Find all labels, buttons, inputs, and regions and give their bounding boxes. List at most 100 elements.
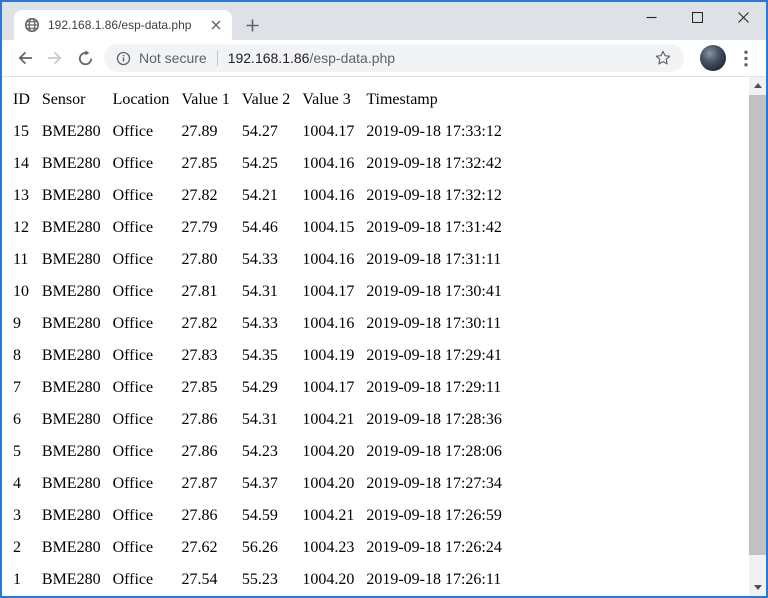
table-cell: 27.54 — [181, 571, 218, 588]
table-cell: 1004.23 — [302, 539, 355, 556]
omnibox-divider — [216, 50, 218, 66]
info-icon[interactable] — [116, 51, 131, 66]
browser-toolbar: Not secure 192.168.1.86/esp-data.php — [2, 40, 766, 77]
table-cell: 54.31 — [241, 283, 278, 300]
table-cell: Office — [112, 507, 154, 524]
header-cell: ID — [13, 91, 30, 108]
table-cell: 1004.16 — [302, 187, 355, 204]
table-cell: BME280 — [41, 347, 101, 364]
scroll-down-button[interactable] — [749, 579, 766, 596]
table-cell: 54.27 — [241, 123, 278, 140]
table-cell: 54.37 — [241, 475, 278, 492]
table-row: 12 BME280 Office 27.79 54.46 1004.15 2019-09-1… — [8, 214, 507, 242]
table-cell: 1004.17 — [302, 123, 355, 140]
scrollbar-thumb[interactable] — [749, 95, 766, 555]
table-cell: Office — [112, 251, 154, 268]
forward-button[interactable] — [40, 43, 70, 73]
table-cell: 1004.17 — [302, 379, 355, 396]
table-cell: BME280 — [41, 251, 101, 268]
header-cell: Sensor — [41, 91, 86, 108]
vertical-scrollbar[interactable] — [749, 77, 766, 596]
browser-tab[interactable]: 192.168.1.86/esp-data.php — [14, 10, 232, 40]
table-row: 13 BME280 Office 27.82 54.21 1004.16 2019-09-1… — [8, 182, 507, 210]
table-cell: 1004.20 — [302, 571, 355, 588]
table-cell: 4 — [13, 475, 21, 492]
scroll-up-button[interactable] — [749, 77, 766, 94]
new-tab-button[interactable] — [238, 11, 266, 39]
table-cell: 1004.15 — [302, 219, 355, 236]
table-cell: Office — [112, 475, 154, 492]
table-cell: Office — [112, 219, 154, 236]
table-cell: BME280 — [41, 315, 101, 332]
menu-icon[interactable] — [734, 44, 758, 72]
close-button[interactable] — [720, 2, 766, 32]
table-cell: BME280 — [41, 219, 101, 236]
tab-strip: 192.168.1.86/esp-data.php — [2, 2, 766, 40]
table-cell: 54.35 — [241, 347, 278, 364]
table-cell: 54.25 — [241, 155, 278, 172]
table-row: 4 BME280 Office 27.87 54.37 1004.20 2019-09-18… — [8, 470, 507, 498]
table-cell: 27.86 — [181, 507, 218, 524]
table-cell: BME280 — [41, 507, 101, 524]
table-cell: Office — [112, 283, 154, 300]
table-cell: 27.83 — [181, 347, 218, 364]
table-cell: 2019-09-18 17:29:11 — [366, 379, 502, 396]
table-cell: BME280 — [41, 443, 101, 460]
table-cell: 12 — [13, 219, 29, 236]
url-text: 192.168.1.86/esp-data.php — [228, 50, 395, 66]
table-cell: 1004.21 — [302, 507, 355, 524]
table-cell: 1004.20 — [302, 475, 355, 492]
table-cell: 11 — [13, 251, 29, 268]
table-cell: 6 — [13, 411, 21, 428]
globe-icon — [24, 17, 40, 33]
table-cell: BME280 — [41, 571, 101, 588]
table-row: 10 BME280 Office 27.81 54.31 1004.17 2019-09-1… — [8, 278, 507, 306]
table-cell: BME280 — [41, 123, 101, 140]
header-cell: Value 3 — [302, 91, 351, 108]
profile-avatar[interactable] — [700, 45, 726, 71]
table-cell: 27.62 — [181, 539, 218, 556]
address-bar[interactable]: Not secure 192.168.1.86/esp-data.php — [104, 44, 684, 72]
table-cell: 2019-09-18 17:32:42 — [366, 155, 502, 172]
table-cell: Office — [112, 315, 154, 332]
table-cell: 9 — [13, 315, 21, 332]
back-button[interactable] — [10, 43, 40, 73]
triangle-down-icon — [753, 585, 762, 590]
reload-button[interactable] — [70, 43, 100, 73]
table-cell: 2019-09-18 17:31:42 — [366, 219, 502, 236]
minimize-button[interactable] — [628, 2, 674, 32]
table-cell: Office — [112, 187, 154, 204]
triangle-up-icon — [753, 83, 762, 88]
table-cell: 14 — [13, 155, 29, 172]
table-row: 14 BME280 Office 27.85 54.25 1004.16 2019-09-1… — [8, 150, 507, 178]
table-cell: 27.86 — [181, 443, 218, 460]
page-content: ID Sensor Location Value 1 Value 2 Value 3 Tim… — [2, 77, 766, 596]
table-cell: 54.21 — [241, 187, 278, 204]
table-row: 2 BME280 Office 27.62 56.26 1004.23 2019-09-18… — [8, 534, 507, 562]
table-row: 3 BME280 Office 27.86 54.59 1004.21 2019-09-18… — [8, 502, 507, 530]
table-cell: 5 — [13, 443, 21, 460]
table-cell: 54.33 — [241, 251, 278, 268]
table-row: 5 BME280 Office 27.86 54.23 1004.20 2019-09-18… — [8, 438, 507, 466]
table-cell: 1004.16 — [302, 315, 355, 332]
table-cell: 2019-09-18 17:29:41 — [366, 347, 502, 364]
table-cell: 27.89 — [181, 123, 218, 140]
page-body: ID Sensor Location Value 1 Value 2 Value 3 Tim… — [2, 77, 749, 596]
table-cell: Office — [112, 539, 154, 556]
table-cell: 2019-09-18 17:30:11 — [366, 315, 502, 332]
table-cell: BME280 — [41, 539, 101, 556]
table-cell: 2019-09-18 17:31:11 — [366, 251, 502, 268]
table-cell: 27.80 — [181, 251, 218, 268]
table-header-row: ID Sensor Location Value 1 Value 2 Value 3 Tim… — [8, 86, 507, 114]
table-cell: 7 — [13, 379, 21, 396]
table-cell: 2 — [13, 539, 21, 556]
table-cell: 1004.17 — [302, 283, 355, 300]
table-cell: Office — [112, 347, 154, 364]
tab-close-icon[interactable] — [208, 17, 224, 33]
table-cell: 27.82 — [181, 315, 218, 332]
table-cell: Office — [112, 443, 154, 460]
table-row: 7 BME280 Office 27.85 54.29 1004.17 2019-09-18… — [8, 374, 507, 402]
bookmark-star-icon[interactable] — [654, 49, 672, 67]
table-cell: Office — [112, 155, 154, 172]
maximize-button[interactable] — [674, 2, 720, 32]
